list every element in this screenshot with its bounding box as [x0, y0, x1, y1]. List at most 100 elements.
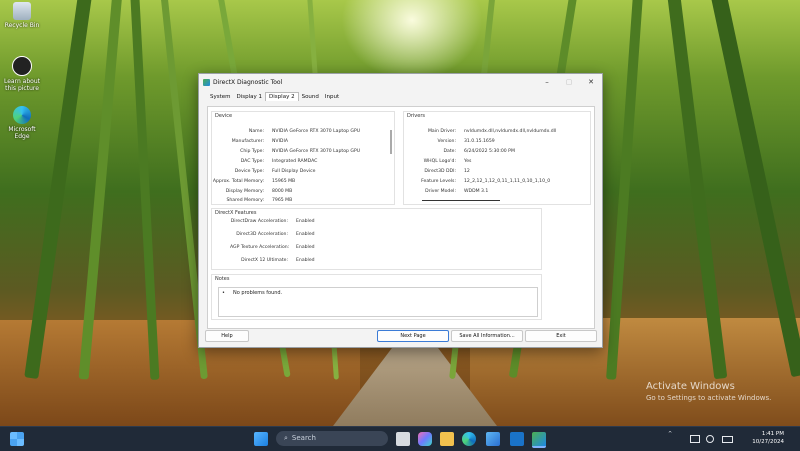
- notes-bullet: •: [222, 290, 225, 296]
- driver-key: Date:: [443, 149, 456, 154]
- device-group: Device Name: NVIDIA GeForce RTX 3070 Lapt…: [211, 111, 395, 205]
- desktop-icon-label: Learn about this picture: [4, 78, 40, 92]
- activate-title: Activate Windows: [646, 381, 735, 392]
- drivers-group-title: Drivers: [407, 113, 425, 119]
- desktop-icon-label: Recycle Bin: [4, 22, 40, 29]
- driver-key: Feature Levels:: [421, 179, 456, 184]
- tab-display-2[interactable]: Display 2: [265, 92, 299, 101]
- driver-value: 12_2,12_1,12_0,11_1,11_0,10_1,10_0: [464, 179, 551, 184]
- notes-group-title: Notes: [215, 276, 230, 282]
- directx-icon[interactable]: [532, 432, 546, 448]
- device-key: Shared Memory:: [226, 198, 264, 203]
- tab-content-pane: Device Name: NVIDIA GeForce RTX 3070 Lapt…: [207, 106, 595, 329]
- network-icon[interactable]: [690, 435, 700, 443]
- driver-key: WHQL Logo'd:: [423, 159, 456, 164]
- feature-value: Enabled: [296, 258, 315, 263]
- title-bar[interactable]: DirectX Diagnostic Tool – ▢ ✕: [199, 74, 602, 90]
- tab-system[interactable]: System: [207, 93, 234, 101]
- device-key: Display Memory:: [225, 189, 264, 194]
- device-value: 8000 MB: [272, 189, 293, 194]
- device-key: Chip Type:: [240, 149, 264, 154]
- exit-button[interactable]: Exit: [525, 330, 597, 342]
- driver-value: 12: [464, 169, 470, 174]
- file-explorer-icon[interactable]: [440, 432, 454, 446]
- notes-text: No problems found.: [233, 290, 283, 296]
- driver-value: Yes: [464, 159, 472, 164]
- device-scrollbar[interactable]: [390, 130, 392, 154]
- driver-value: 31.0.15.1659: [464, 139, 495, 144]
- device-value: Integrated RAMDAC: [272, 159, 318, 164]
- feature-value: Enabled: [296, 219, 315, 224]
- feature-key: Direct3D Acceleration:: [236, 232, 288, 237]
- maximize-button[interactable]: ▢: [558, 78, 580, 86]
- device-key: Device Type:: [234, 169, 264, 174]
- search-icon: ⌕: [284, 434, 288, 442]
- tray-overflow-chevron[interactable]: ^: [668, 431, 672, 437]
- volume-icon[interactable]: [706, 435, 714, 443]
- battery-icon[interactable]: [722, 436, 733, 443]
- learn-about-picture-icon: [12, 56, 32, 76]
- driver-key: Main Driver:: [427, 129, 456, 134]
- desktop-icon-label: Microsoft Edge: [8, 126, 36, 140]
- feature-key: AGP Texture Acceleration:: [230, 245, 290, 250]
- dxdiag-window: DirectX Diagnostic Tool – ▢ ✕ System Dis…: [198, 73, 603, 348]
- notes-textbox[interactable]: • No problems found.: [218, 287, 538, 317]
- tab-strip: System Display 1 Display 2 Sound Input: [199, 90, 602, 101]
- photos-icon[interactable]: [486, 432, 500, 446]
- device-key: DAC Type:: [240, 159, 264, 164]
- search-placeholder: Search: [291, 434, 316, 442]
- feature-value: Enabled: [296, 245, 315, 250]
- device-value: Full Display Device: [272, 169, 316, 174]
- tab-sound[interactable]: Sound: [299, 93, 322, 101]
- driver-horizontal-scrollbar[interactable]: [422, 200, 500, 201]
- save-all-information-button[interactable]: Save All Information...: [451, 330, 523, 342]
- taskbar: ⌕ Search ^ 1:41 PM 10/27/2024: [0, 426, 800, 451]
- close-button[interactable]: ✕: [580, 78, 602, 86]
- outlook-icon[interactable]: [510, 432, 524, 446]
- tab-display-1[interactable]: Display 1: [234, 93, 266, 101]
- feature-key: DirectX 12 Ultimate:: [241, 258, 288, 263]
- driver-value: 6/24/2022 5:30:00 PM: [464, 149, 515, 154]
- driver-key: Direct3D DDI:: [424, 169, 456, 174]
- device-value: 7965 MB: [272, 198, 293, 203]
- driver-key: Version:: [437, 139, 456, 144]
- directx-features-group: DirectX Features DirectDraw Acceleration…: [211, 208, 542, 270]
- minimize-button[interactable]: –: [536, 78, 558, 86]
- clock-date: 10/27/2024: [752, 439, 784, 445]
- device-value: NVIDIA GeForce RTX 3070 Laptop GPU: [272, 149, 361, 154]
- driver-value: nvldumdx.dll,nvldumdx.dll,nvldumdx.dll: [464, 129, 557, 134]
- start-icon[interactable]: [254, 432, 268, 446]
- window-title: DirectX Diagnostic Tool: [213, 78, 283, 86]
- device-value: NVIDIA: [272, 139, 288, 144]
- device-key: Name:: [248, 129, 264, 134]
- drivers-group: Drivers Main Driver: nvldumdx.dll,nvldumd…: [403, 111, 591, 205]
- features-group-title: DirectX Features: [215, 210, 257, 216]
- taskbar-clock[interactable]: 1:41 PM 10/27/2024: [744, 430, 784, 446]
- device-value: NVIDIA GeForce RTX 3070 Laptop GPU: [272, 129, 361, 134]
- next-page-button[interactable]: Next Page: [377, 330, 449, 342]
- feature-value: Enabled: [296, 232, 315, 237]
- device-key: Approx. Total Memory:: [212, 179, 264, 184]
- driver-value: WDDM 3.1: [464, 189, 489, 194]
- tab-input[interactable]: Input: [322, 93, 342, 101]
- feature-key: DirectDraw Acceleration:: [230, 219, 288, 224]
- copilot-icon[interactable]: [418, 432, 432, 446]
- directx-icon: [203, 78, 210, 86]
- edge-icon: [13, 106, 31, 124]
- device-value: 15965 MB: [272, 179, 296, 184]
- driver-key: Driver Model:: [425, 189, 456, 194]
- clock-time: 1:41 PM: [761, 431, 784, 437]
- activate-windows-watermark: Activate Windows Go to Settings to activ…: [646, 381, 771, 402]
- help-button[interactable]: Help: [205, 330, 249, 342]
- desktop-icon-recycle-bin[interactable]: Recycle Bin: [4, 2, 40, 29]
- taskbar-search-box[interactable]: ⌕ Search: [276, 431, 388, 446]
- device-list[interactable]: Name: NVIDIA GeForce RTX 3070 Laptop GPU …: [212, 112, 394, 204]
- task-view-icon[interactable]: [396, 432, 410, 446]
- desktop-icon-edge[interactable]: Microsoft Edge: [4, 106, 40, 140]
- desktop-icon-learn-about-picture[interactable]: Learn about this picture: [4, 56, 40, 92]
- recycle-bin-icon: [13, 2, 31, 20]
- widgets-icon[interactable]: [10, 432, 24, 446]
- activate-subtitle: Go to Settings to activate Windows.: [646, 394, 772, 402]
- device-key: Manufacturer:: [231, 139, 264, 144]
- edge-icon[interactable]: [462, 432, 476, 446]
